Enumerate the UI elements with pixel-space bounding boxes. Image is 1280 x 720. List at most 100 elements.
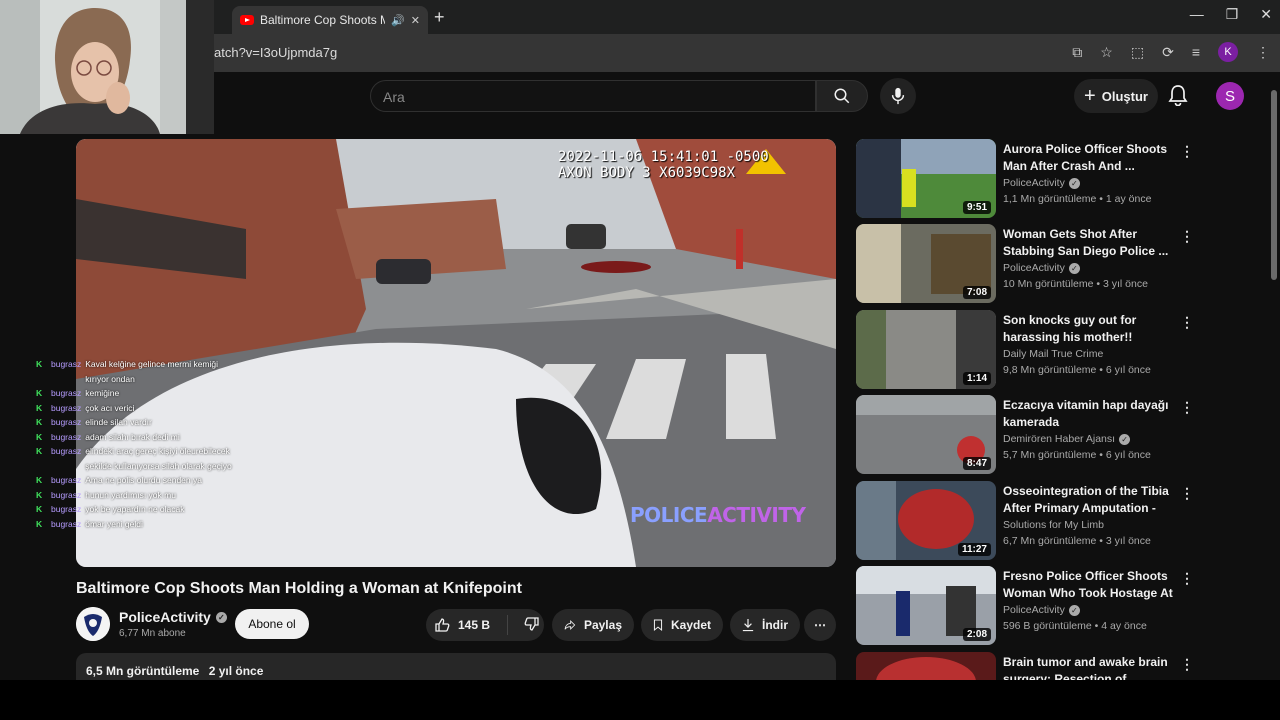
recommendation-channel[interactable]: Daily Mail True Crime — [1003, 348, 1103, 360]
view-count: 6,5 Mn görüntüleme — [86, 664, 200, 678]
search-button[interactable] — [816, 80, 868, 112]
kebab-menu-icon[interactable]: ⋮ — [1180, 314, 1194, 331]
video-thumbnail[interactable]: 1:14 — [856, 310, 996, 389]
close-window-icon[interactable]: ✕ — [1260, 6, 1272, 23]
recommendation-item[interactable]: 9:51 Aurora Police Officer Shoots Man Af… — [856, 139, 1256, 219]
recommendation-meta: 6,7 Mn görüntüleme • 3 yıl önce — [1003, 535, 1151, 547]
dislike-button[interactable] — [516, 616, 540, 635]
verified-icon: ✓ — [1119, 433, 1131, 445]
kebab-menu-icon[interactable]: ⋮ — [1180, 143, 1194, 160]
recommendation-title[interactable]: Woman Gets Shot After Stabbing San Diego… — [1003, 226, 1175, 260]
chat-message: Kbugrasz Ama ne polis olurdu senden ya — [36, 473, 236, 488]
recommendation-item[interactable]: 1:14 Son knocks guy out for harassing hi… — [856, 310, 1256, 390]
age-text: 6 yıl önce — [1105, 449, 1151, 461]
browser-menu-icon[interactable]: ⋮ — [1256, 44, 1270, 61]
video-thumbnail[interactable]: 7:08 — [856, 224, 996, 303]
recommendation-channel[interactable]: PoliceActivity ✓ — [1003, 177, 1080, 189]
kebab-menu-icon[interactable]: ⋮ — [1180, 228, 1194, 245]
voice-search-button[interactable] — [880, 78, 916, 114]
new-tab-icon[interactable]: + — [434, 7, 445, 28]
close-tab-icon[interactable]: ✕ — [411, 14, 420, 27]
video-thumbnail[interactable]: 9:51 — [856, 139, 996, 218]
scrollbar-thumb[interactable] — [1271, 90, 1277, 280]
extensions-icon[interactable]: ⬚ — [1131, 44, 1144, 61]
recommendation-title[interactable]: Fresno Police Officer Shoots Woman Who T… — [1003, 568, 1175, 602]
upload-age: 2 yıl önce — [208, 664, 264, 678]
url-field[interactable]: atch?v=I3oUjpmda7g — [214, 45, 337, 60]
video-duration: 2:08 — [962, 628, 991, 641]
page-scrollbar[interactable] — [1268, 72, 1280, 680]
video-thumbnail[interactable]: 11:27 — [856, 481, 996, 560]
chat-text: yok be yapardın ne olacak — [85, 504, 185, 514]
create-label: Oluştur — [1101, 88, 1148, 104]
more-actions-button[interactable]: ⋯ — [804, 609, 836, 641]
like-count: 145 B — [458, 618, 491, 632]
channel-text: PoliceActivity — [1003, 604, 1065, 616]
chat-user: bugrasz — [51, 475, 82, 485]
kick-icon: K — [36, 475, 43, 485]
recommendation-item[interactable]: 7:08 Woman Gets Shot After Stabbing San … — [856, 224, 1256, 304]
chat-user: bugrasz — [51, 489, 82, 500]
kick-icon: K — [36, 446, 43, 456]
kick-icon: K — [36, 431, 43, 442]
recommendation-item[interactable]: 8:47 Eczacıya vitamin hapı dayağı kamera… — [856, 395, 1256, 475]
recommendation-title[interactable]: Aurora Police Officer Shoots Man After C… — [1003, 141, 1175, 175]
views-text: 9,8 Mn görüntüleme — [1003, 364, 1097, 376]
recommendation-title[interactable]: Osseointegration of the Tibia After Prim… — [1003, 483, 1175, 517]
thumbnail-image — [856, 652, 996, 680]
views-text: 596 B görüntüleme — [1003, 620, 1092, 632]
kebab-menu-icon[interactable]: ⋮ — [1180, 399, 1194, 416]
speaker-icon[interactable]: 🔊 — [391, 14, 405, 27]
recommendation-channel[interactable]: Solutions for My Limb — [1003, 519, 1104, 531]
sync-icon[interactable]: ⟳ — [1162, 44, 1174, 61]
account-avatar[interactable]: S — [1216, 82, 1244, 110]
recommendation-meta: 1,1 Mn görüntüleme • 1 ay önce — [1003, 193, 1152, 205]
save-label: Kaydet — [670, 618, 711, 632]
description-box[interactable]: 6,5 Mn görüntüleme 2 yıl önce — [76, 653, 836, 680]
video-title: Baltimore Cop Shoots Man Holding a Woman… — [76, 580, 522, 597]
minimize-icon[interactable]: — — [1190, 6, 1204, 23]
chat-message: Kbugrasz elindeki araç gereç kişiyi öleur… — [36, 444, 236, 473]
create-button[interactable]: + Oluştur — [1074, 79, 1158, 113]
save-button[interactable]: Kaydet — [641, 609, 723, 641]
recommendation-title[interactable]: Son knocks guy out for harassing his mot… — [1003, 312, 1175, 346]
recommendation-title[interactable]: Eczacıya vitamin hapı dayağı kamerada — [1003, 397, 1175, 431]
channel-name[interactable]: PoliceActivity ✓ — [119, 609, 227, 625]
age-text: 3 yıl önce — [1103, 278, 1148, 290]
chat-message: Kbugrasz yok be yapardın ne olacak — [36, 502, 236, 517]
recommendation-channel[interactable]: PoliceActivity ✓ — [1003, 604, 1080, 616]
video-thumbnail[interactable]: 2:08 — [856, 566, 996, 645]
channel-avatar[interactable] — [76, 607, 110, 641]
video-thumbnail[interactable] — [856, 652, 996, 680]
webcam-overlay — [0, 0, 214, 134]
chat-overlay: Kbugrasz Kaval kelğine gelince mermi kemi… — [36, 357, 236, 531]
recommendation-channel[interactable]: PoliceActivity ✓ — [1003, 262, 1080, 274]
recommendation-title[interactable]: Brain tumor and awake brain surgery: Res… — [1003, 654, 1175, 680]
video-duration: 11:27 — [957, 543, 991, 556]
install-app-icon[interactable]: ⧉ — [1072, 44, 1082, 61]
kebab-menu-icon[interactable]: ⋮ — [1180, 570, 1194, 587]
download-label: İndir — [762, 618, 788, 632]
media-control-icon[interactable]: ≡ — [1192, 44, 1200, 60]
download-button[interactable]: İndir — [730, 609, 800, 641]
subscriber-count: 6,77 Mn abone — [119, 628, 186, 639]
kebab-menu-icon[interactable]: ⋮ — [1180, 656, 1194, 673]
subscribe-button[interactable]: Abone ol — [235, 609, 309, 639]
share-button[interactable]: Paylaş — [552, 609, 634, 641]
profile-avatar[interactable]: K — [1218, 42, 1238, 62]
video-thumbnail[interactable]: 8:47 — [856, 395, 996, 474]
maximize-icon[interactable]: ❐ — [1226, 6, 1239, 23]
kebab-menu-icon[interactable]: ⋮ — [1180, 485, 1194, 502]
bookmark-star-icon[interactable]: ☆ — [1100, 44, 1113, 61]
like-button[interactable]: 145 B — [426, 615, 508, 635]
recommendation-item[interactable]: Brain tumor and awake brain surgery: Res… — [856, 652, 1256, 680]
recommendation-item[interactable]: 11:27 Osseointegration of the Tibia Afte… — [856, 481, 1256, 561]
download-icon — [742, 619, 754, 632]
browser-tab[interactable]: Baltimore Cop Shoots Man 🔊 ✕ — [232, 6, 428, 34]
recommendation-channel[interactable]: Demirören Haber Ajansı ✓ — [1003, 433, 1131, 445]
chat-user: bugrasz — [51, 417, 82, 427]
recommendation-item[interactable]: 2:08 Fresno Police Officer Shoots Woman … — [856, 566, 1256, 646]
chat-text: hunun yardımı​sı yok mu — [85, 489, 176, 500]
search-input[interactable]: Ara — [370, 80, 816, 112]
notifications-button[interactable] — [1168, 84, 1188, 111]
